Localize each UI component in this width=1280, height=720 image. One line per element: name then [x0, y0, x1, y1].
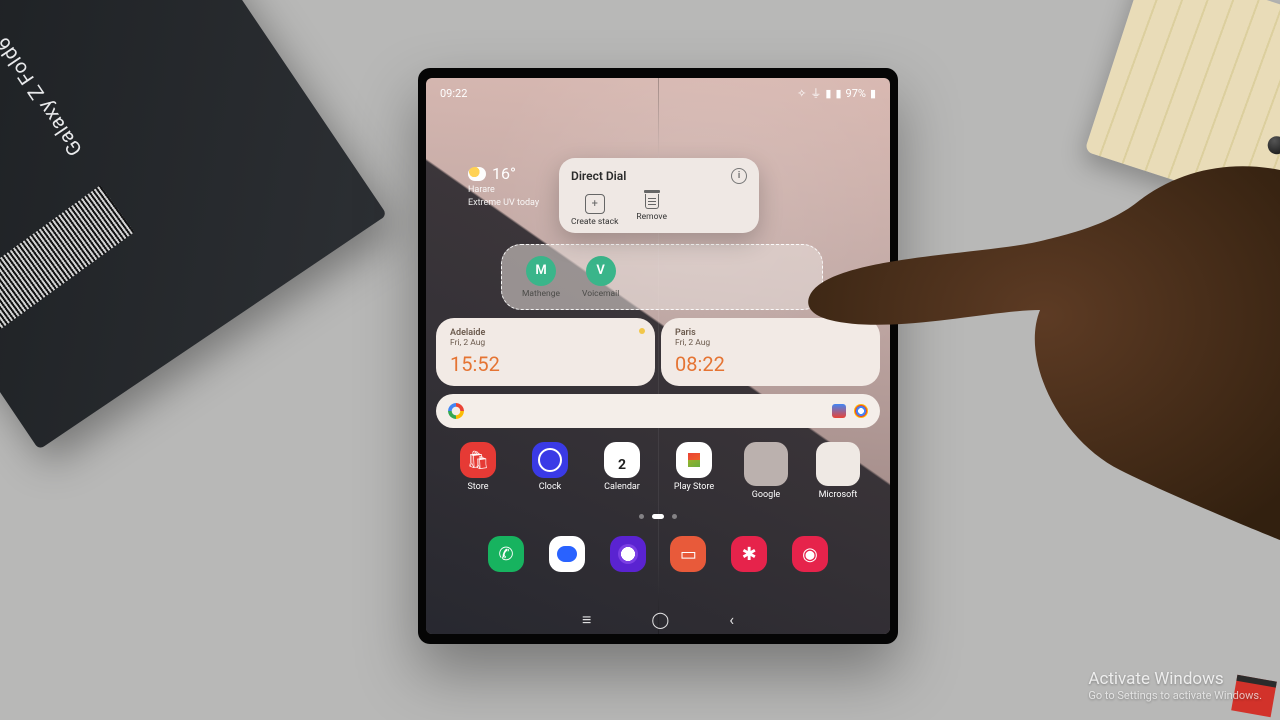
clock-city: Adelaide	[450, 328, 641, 338]
world-clock-widget[interactable]: Paris Fri, 2 Aug 08:22	[661, 318, 880, 386]
device-frame: 09:22 ✧ ⏚ ▮ ▮ 97% ▮ 16° Harare Extreme U…	[418, 68, 898, 644]
status-time: 09:22	[440, 87, 467, 100]
contact-name: Voicemail	[582, 289, 619, 299]
signal-icon-2: ▮	[835, 87, 841, 100]
wooden-prop	[1084, 0, 1280, 219]
app-label: Calendar	[604, 482, 640, 492]
avatar: M	[526, 256, 556, 286]
navigation-bar	[426, 610, 890, 630]
watermark-title: Activate Windows	[1088, 669, 1262, 689]
folder-microsoft[interactable]: Microsoft	[810, 442, 866, 500]
folder-google[interactable]: Google	[738, 442, 794, 500]
create-stack-label: Create stack	[571, 217, 618, 227]
app-label: Play Store	[674, 482, 714, 492]
play-store-icon	[676, 442, 712, 478]
contact-name: Mathenge	[522, 289, 560, 299]
nav-back[interactable]	[729, 610, 734, 630]
product-box: Galaxy Z Fold6	[0, 0, 387, 450]
notes-icon: ▭	[670, 536, 706, 572]
nav-recents[interactable]	[582, 610, 591, 630]
camera-icon: ◉	[792, 536, 828, 572]
plus-icon	[585, 194, 605, 214]
app-gallery[interactable]: ✱	[721, 536, 777, 576]
clock-city: Paris	[675, 328, 866, 338]
browser-icon	[610, 536, 646, 572]
calendar-icon: 2	[604, 442, 640, 478]
popup-title: Direct Dial	[571, 169, 626, 183]
signal-icon: ▮	[825, 87, 831, 100]
weather-temp: 16°	[492, 164, 516, 183]
remove-button[interactable]: Remove	[636, 194, 667, 227]
app-calendar[interactable]: 2 Calendar	[594, 442, 650, 500]
home-screen[interactable]: 09:22 ✧ ⏚ ▮ ▮ 97% ▮ 16° Harare Extreme U…	[426, 78, 890, 634]
vibrate-icon: ✧	[797, 87, 806, 100]
app-label: Clock	[539, 482, 561, 492]
app-phone[interactable]: ✆	[478, 536, 534, 576]
weather-detail: Extreme UV today	[468, 198, 539, 209]
calendar-day: 2	[618, 452, 626, 478]
app-camera[interactable]: ◉	[782, 536, 838, 576]
weather-widget[interactable]: 16° Harare Extreme UV today	[468, 164, 539, 209]
app-store[interactable]: 🛍 Store	[450, 442, 506, 500]
clock-date: Fri, 2 Aug	[675, 338, 866, 348]
barcode-sticker	[0, 185, 134, 338]
messages-icon	[549, 536, 585, 572]
watermark-sub: Go to Settings to activate Windows.	[1088, 689, 1262, 702]
create-stack-button[interactable]: Create stack	[571, 194, 618, 227]
contact-shortcut[interactable]: V Voicemail	[582, 256, 619, 299]
flower-icon: ✱	[731, 536, 767, 572]
battery-text: 97%	[846, 87, 866, 100]
phone-icon: ✆	[488, 536, 524, 572]
avatar: V	[586, 256, 616, 286]
app-browser[interactable]	[600, 536, 656, 576]
sun-icon	[639, 328, 645, 334]
google-logo-icon	[448, 403, 464, 419]
windows-activation-watermark: Activate Windows Go to Settings to activ…	[1088, 669, 1262, 702]
app-clock[interactable]: Clock	[522, 442, 578, 500]
world-clock-row: Adelaide Fri, 2 Aug 15:52 Paris Fri, 2 A…	[436, 318, 880, 386]
folder-icon	[744, 442, 788, 486]
clock-icon	[532, 442, 568, 478]
wifi-icon: ⏚	[810, 85, 821, 101]
voice-search-icon[interactable]	[832, 404, 846, 418]
product-box-label: Galaxy Z Fold6	[0, 33, 87, 161]
clock-time: 15:52	[450, 352, 641, 376]
app-messages[interactable]	[539, 536, 595, 576]
app-notes[interactable]: ▭	[660, 536, 716, 576]
nav-home[interactable]	[651, 610, 669, 630]
remove-label: Remove	[636, 212, 667, 222]
trash-icon	[645, 194, 659, 209]
app-play-store[interactable]: Play Store	[666, 442, 722, 500]
app-label: Store	[467, 482, 488, 492]
google-lens-icon[interactable]	[854, 404, 868, 418]
contact-shortcut[interactable]: M Mathenge	[522, 256, 560, 299]
dock-row: ✆ ▭ ✱ ◉	[426, 536, 890, 576]
status-icons: ✧ ⏚ ▮ ▮ 97% ▮	[797, 85, 876, 101]
app-row: 🛍 Store Clock 2 Calendar Play Store	[426, 442, 890, 500]
direct-dial-widget[interactable]: M Mathenge V Voicemail	[501, 244, 823, 310]
clock-date: Fri, 2 Aug	[450, 338, 641, 348]
battery-icon: ▮	[870, 87, 876, 100]
widget-edit-popup: Direct Dial i Create stack Remove	[559, 158, 759, 233]
store-icon: 🛍	[460, 442, 496, 478]
device-bezel: 09:22 ✧ ⏚ ▮ ▮ 97% ▮ 16° Harare Extreme U…	[426, 78, 890, 634]
info-icon[interactable]: i	[731, 168, 747, 184]
app-label: Microsoft	[819, 490, 858, 500]
status-bar: 09:22 ✧ ⏚ ▮ ▮ 97% ▮	[426, 82, 890, 104]
world-clock-widget[interactable]: Adelaide Fri, 2 Aug 15:52	[436, 318, 655, 386]
weather-icon	[468, 167, 486, 181]
google-search-bar[interactable]	[436, 394, 880, 428]
clock-time: 08:22	[675, 352, 866, 376]
app-label: Google	[752, 490, 780, 500]
screw	[1265, 134, 1280, 157]
folder-icon	[816, 442, 860, 486]
page-indicator[interactable]	[426, 514, 890, 519]
weather-city: Harare	[468, 185, 539, 196]
